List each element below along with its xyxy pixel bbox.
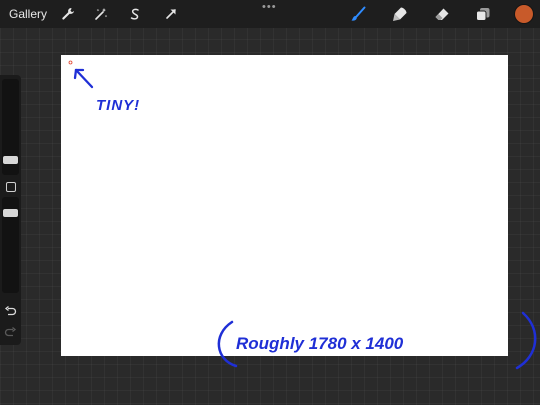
more-options-icon[interactable]: ••• <box>262 1 277 13</box>
magic-wand-icon[interactable] <box>93 6 109 22</box>
top-toolbar: Gallery ••• <box>0 0 540 28</box>
brush-size-handle[interactable] <box>3 156 18 164</box>
right-parenthesis-stroke <box>515 311 537 370</box>
redo-icon[interactable] <box>4 326 17 339</box>
modify-button[interactable] <box>6 182 16 192</box>
transform-arrow-icon[interactable] <box>163 6 179 22</box>
smudge-icon[interactable] <box>392 6 408 22</box>
drawing-canvas[interactable] <box>61 55 508 356</box>
wrench-icon[interactable] <box>60 6 76 22</box>
selection-icon[interactable] <box>127 6 143 22</box>
brush-icon[interactable] <box>350 6 366 22</box>
undo-icon[interactable] <box>4 305 17 318</box>
gallery-button[interactable]: Gallery <box>9 7 47 21</box>
color-swatch[interactable] <box>515 5 533 23</box>
left-sidebar <box>0 75 21 345</box>
eraser-icon[interactable] <box>434 6 450 22</box>
opacity-handle[interactable] <box>3 209 18 217</box>
layers-icon[interactable] <box>475 6 491 22</box>
